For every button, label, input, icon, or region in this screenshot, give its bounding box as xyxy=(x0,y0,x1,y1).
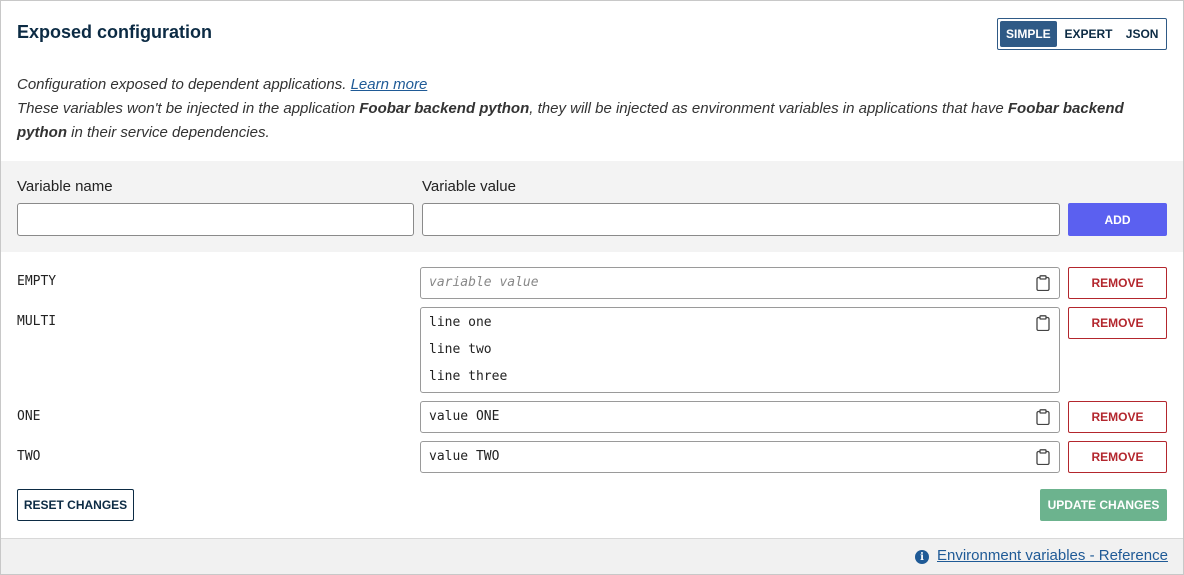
remove-button-two[interactable]: REMOVE xyxy=(1068,441,1167,473)
variable-name-label: Variable name xyxy=(17,178,113,195)
description: Configuration exposed to dependent appli… xyxy=(17,73,1167,145)
value-line-1: value TWO xyxy=(429,449,500,464)
app-name: Foobar backend python xyxy=(359,100,530,117)
remove-button-multi[interactable]: REMOVE xyxy=(1068,307,1167,339)
remove-button-empty[interactable]: REMOVE xyxy=(1068,267,1167,299)
variable-name-empty: EMPTY xyxy=(17,274,57,289)
variable-value-one[interactable]: value ONE xyxy=(420,401,1060,433)
variable-value-empty[interactable]: variable value xyxy=(420,267,1060,299)
value-line-1: value ONE xyxy=(429,409,500,424)
clipboard-icon[interactable] xyxy=(1036,449,1050,465)
mode-json-button[interactable]: JSON xyxy=(1120,21,1164,47)
reset-changes-button[interactable]: RESET CHANGES xyxy=(17,489,134,521)
mode-simple-button[interactable]: SIMPLE xyxy=(1000,21,1057,47)
variable-value-multi[interactable]: line one line two line three xyxy=(420,307,1060,393)
add-button[interactable]: ADD xyxy=(1068,203,1167,236)
description-intro: Configuration exposed to dependent appli… xyxy=(17,76,351,93)
exposed-configuration-panel: Exposed configuration SIMPLE EXPERT JSON… xyxy=(0,0,1184,575)
variable-name-input[interactable] xyxy=(17,203,414,236)
description-part2: , they will be injected as environment v… xyxy=(529,100,1008,117)
update-changes-button[interactable]: UPDATE CHANGES xyxy=(1040,489,1167,521)
value-line-1: line one xyxy=(429,315,492,330)
clipboard-icon[interactable] xyxy=(1036,275,1050,291)
variable-name-multi: MULTI xyxy=(17,314,57,329)
variable-value-label: Variable value xyxy=(422,178,516,195)
mode-expert-button[interactable]: EXPERT xyxy=(1059,21,1119,47)
add-variable-form: Variable name Variable value ADD xyxy=(1,161,1183,252)
clipboard-icon[interactable] xyxy=(1036,409,1050,425)
variable-value-input[interactable] xyxy=(422,203,1060,236)
value-line-2: line two xyxy=(429,342,492,357)
clipboard-icon[interactable] xyxy=(1036,315,1050,331)
learn-more-link[interactable]: Learn more xyxy=(351,76,428,93)
description-part1: These variables won't be injected in the… xyxy=(17,100,360,117)
environment-variables-reference-link[interactable]: Environment variables - Reference xyxy=(937,547,1168,564)
variable-value-two[interactable]: value TWO xyxy=(420,441,1060,473)
mode-switcher: SIMPLE EXPERT JSON xyxy=(997,18,1167,50)
value-line-3: line three xyxy=(429,369,508,384)
variable-name-one: ONE xyxy=(17,409,41,424)
variable-name-two: TWO xyxy=(17,449,41,464)
description-part3: in their service dependencies. xyxy=(67,124,270,141)
page-title: Exposed configuration xyxy=(17,22,213,42)
variable-value-placeholder: variable value xyxy=(429,275,539,290)
remove-button-one[interactable]: REMOVE xyxy=(1068,401,1167,433)
footer: i Environment variables - Reference xyxy=(1,538,1183,574)
info-icon: i xyxy=(915,550,929,564)
